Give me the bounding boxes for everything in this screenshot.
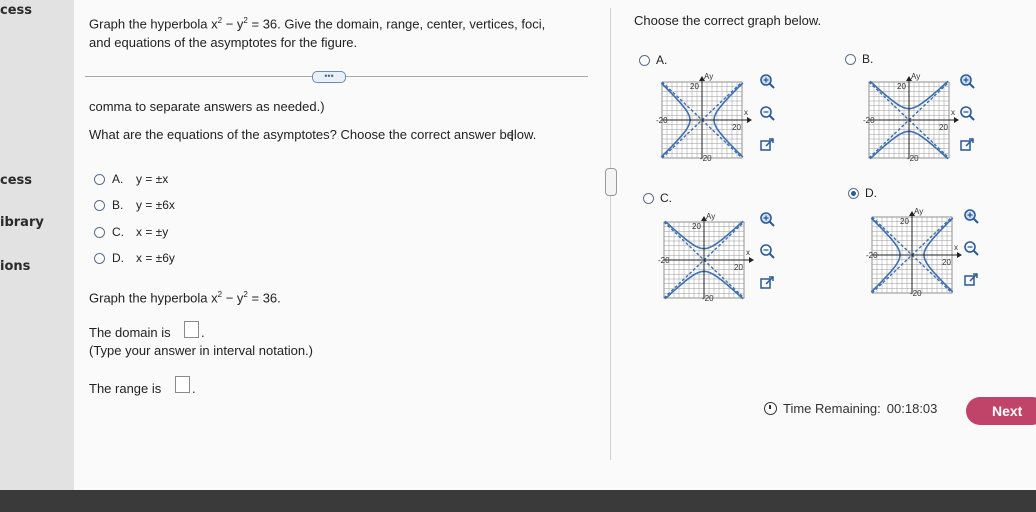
open-new-window-icon[interactable]: [758, 274, 776, 292]
graph-option-b-letter: B.: [862, 52, 874, 66]
graph-choice-prompt: Choose the correct graph below.: [634, 13, 822, 28]
graph-d[interactable]: Ay x 20 -20 20 -20: [866, 205, 966, 302]
instruction-partial: comma to separate answers as needed.): [89, 99, 325, 114]
axis-x-label: x: [744, 108, 748, 117]
graph-option-c-radio[interactable]: [643, 193, 654, 204]
sidebar-item-options[interactable]: ions: [0, 259, 30, 274]
zoom-in-icon[interactable]: [962, 207, 980, 225]
graph-option-b-radio[interactable]: [845, 54, 856, 65]
zoom-out-icon[interactable]: [758, 104, 776, 122]
sidebar-item-library[interactable]: ibrary: [0, 215, 44, 230]
range-period: .: [192, 381, 196, 396]
sidebar-item-access-2[interactable]: cess: [0, 173, 32, 188]
graph-a[interactable]: Ay x 20 -20 20 -20: [656, 70, 756, 167]
hyperbola-graph-svg: Ayx20-2020-20: [656, 72, 752, 163]
tick-top: 20: [897, 82, 906, 91]
open-new-window-icon[interactable]: [958, 136, 976, 154]
graph-option-c-letter: C.: [660, 191, 672, 205]
asymptote-option-b-radio[interactable]: [94, 200, 105, 211]
expand-more-button[interactable]: •••: [312, 71, 346, 83]
hyperbola-graph-svg: Ayx20-2020-20: [866, 207, 962, 298]
asymptote-option-a-letter: A.: [112, 172, 124, 186]
tick-bottom: -20: [910, 289, 922, 297]
zoom-out-icon[interactable]: [962, 239, 980, 257]
sidebar: cess cess ibrary ions: [0, 0, 74, 512]
graph-option-d-radio[interactable]: [848, 188, 859, 199]
zoom-out-icon[interactable]: [758, 242, 776, 260]
tick-right: 20: [732, 123, 741, 132]
tick-right: 20: [942, 258, 951, 267]
range-label: The range is: [89, 381, 162, 396]
range-input[interactable]: [175, 376, 190, 393]
tick-left: -20: [863, 116, 875, 125]
tick-right: 20: [939, 123, 948, 132]
tick-top: 20: [692, 222, 701, 231]
tick-left: -20: [866, 251, 878, 260]
asymptote-option-d-text[interactable]: x = ±6y: [136, 251, 175, 265]
open-new-window-icon[interactable]: [962, 271, 980, 289]
timer-value: 00:18:03: [886, 401, 938, 416]
tick-right: 20: [734, 263, 743, 272]
graph-b[interactable]: Ay x 20 -20 20 -20: [863, 70, 963, 167]
zoom-in-icon[interactable]: [958, 72, 976, 90]
zoom-in-icon[interactable]: [758, 210, 776, 228]
axis-x-label: x: [954, 243, 958, 252]
next-button[interactable]: Next: [966, 397, 1036, 425]
graph-option-a-radio[interactable]: [639, 55, 650, 66]
tick-bottom: -20: [907, 154, 919, 162]
axis-y-label: Ay: [914, 207, 923, 216]
zoom-in-icon[interactable]: [758, 72, 776, 90]
asymptote-option-b-text[interactable]: y = ±6x: [136, 198, 175, 212]
graph-prompt: Graph the hyperbola x2 − y2 = 36.: [89, 290, 281, 306]
asymptote-option-d-radio[interactable]: [94, 253, 105, 264]
hyperbola-graph-svg: Ayx20-2020-20: [863, 72, 959, 163]
hyperbola-graph-svg: Ayx20-2020-20: [658, 212, 754, 303]
panel-resize-handle[interactable]: [605, 168, 617, 196]
asymptote-option-a-text[interactable]: y = ±x: [136, 172, 168, 186]
axis-y-label: Ay: [704, 72, 713, 81]
text-cursor-icon: I: [510, 128, 515, 145]
axis-y-label: Ay: [706, 212, 715, 221]
axis-x-label: x: [951, 108, 955, 117]
tick-left: -20: [658, 256, 670, 265]
question-title-line2: and equations of the asymptotes for the …: [89, 35, 358, 50]
asymptote-option-c-radio[interactable]: [94, 227, 105, 238]
axis-x-label: x: [746, 248, 750, 257]
bottom-strip: [0, 490, 1036, 512]
asymptote-option-c-text[interactable]: x = ±y: [136, 225, 168, 239]
asymptote-option-a-radio[interactable]: [94, 174, 105, 185]
tick-top: 20: [690, 82, 699, 91]
asymptote-option-b-letter: B.: [112, 198, 124, 212]
zoom-out-icon[interactable]: [958, 104, 976, 122]
asymptote-option-c-letter: C.: [112, 225, 124, 239]
question-title-line1: Graph the hyperbola x2 − y2 = 36. Give t…: [89, 16, 546, 32]
tick-left: -20: [656, 116, 668, 125]
domain-input[interactable]: [184, 321, 199, 338]
asymptote-option-d-letter: D.: [112, 251, 124, 265]
graph-option-d-letter: D.: [865, 186, 877, 200]
domain-period: .: [201, 325, 205, 340]
clock-icon: [764, 402, 777, 415]
graph-option-a-letter: A.: [656, 53, 668, 67]
tick-bottom: -20: [700, 154, 712, 162]
open-new-window-icon[interactable]: [758, 136, 776, 154]
asymptote-prompt: What are the equations of the asymptotes…: [89, 127, 537, 142]
timer: Time Remaining: 00:18:03: [764, 401, 937, 416]
sidebar-item-access-1[interactable]: cess: [0, 3, 32, 18]
timer-label: Time Remaining:: [783, 401, 881, 416]
axis-y-label: Ay: [911, 72, 920, 81]
tick-top: 20: [900, 217, 909, 226]
domain-hint: (Type your answer in interval notation.): [89, 343, 313, 358]
tick-bottom: -20: [702, 294, 714, 302]
domain-label: The domain is: [89, 325, 171, 340]
panel-divider: [610, 8, 611, 460]
graph-c[interactable]: Ay x 20 -20 20 -20: [658, 210, 758, 307]
